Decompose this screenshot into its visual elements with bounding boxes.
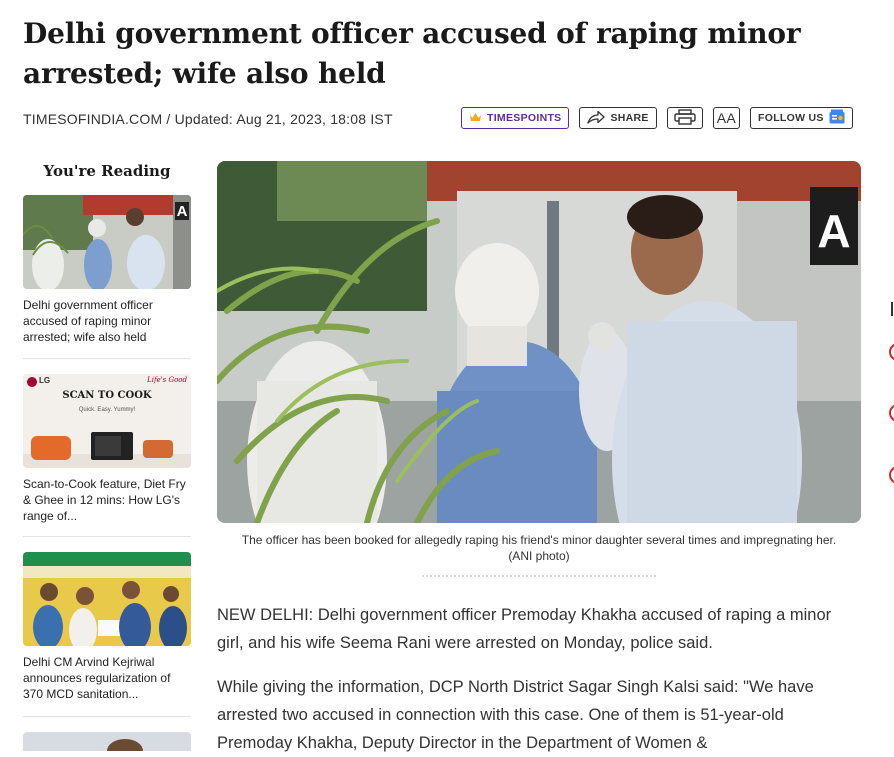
svg-text:A: A	[177, 203, 188, 220]
sidebar-thumbnail	[23, 552, 191, 646]
sidebar-ad-thumbnail: LG Life's Good SCAN TO COOK Quick. Easy.…	[23, 374, 191, 468]
timespoints-label: TIMESPOINTS	[487, 112, 562, 124]
article-byline: TIMESOFINDIA.COM / Updated: Aug 21, 2023…	[23, 111, 393, 127]
right-panel-icon-fragment	[888, 465, 894, 485]
article-paragraph: While giving the information, DCP North …	[217, 678, 814, 752]
right-panel-icon-fragment	[888, 403, 894, 423]
follow-us-label: FOLLOW US	[758, 112, 824, 124]
print-button[interactable]	[666, 107, 703, 129]
ad-tagline: Quick. Easy. Yummy!	[78, 407, 136, 413]
share-button[interactable]: SHARE	[579, 107, 657, 129]
sidebar-thumbnail	[23, 732, 191, 751]
sidebar-title: You're Reading	[43, 162, 171, 180]
article-headline: Delhi government officer accused of rapi…	[23, 17, 801, 90]
share-label: SHARE	[610, 112, 649, 124]
lg-slogan: Life's Good	[147, 376, 187, 384]
ani-watermark: A	[817, 205, 850, 257]
lg-brand-logo: LG	[39, 376, 51, 385]
caption-divider	[422, 575, 656, 577]
sidebar-divider	[23, 358, 191, 359]
sidebar-item-title: Delhi CM Arvind Kejriwal announces regul…	[23, 655, 171, 701]
sidebar-divider	[23, 716, 191, 717]
sidebar-item-kejriwal[interactable]: Delhi CM Arvind Kejriwal announces regul…	[23, 552, 191, 702]
right-panel-fragment	[888, 300, 894, 320]
right-panel-icon-fragment	[888, 342, 894, 362]
sidebar-item-next[interactable]	[23, 732, 191, 751]
sidebar-thumbnail: A	[23, 195, 191, 289]
share-icon	[587, 110, 606, 127]
article-actions: TIMESPOINTS SHARE AA FOLLOW US	[461, 107, 853, 131]
crown-icon	[469, 112, 482, 125]
sidebar-item-current[interactable]: A Delhi government officer accused of ra…	[23, 195, 191, 345]
sidebar-item-title: Delhi government officer accused of rapi…	[23, 298, 153, 344]
google-news-icon	[829, 109, 845, 127]
sidebar-item-title: Scan-to-Cook feature, Diet Fry & Ghee in…	[23, 477, 186, 523]
article-paragraph: NEW DELHI: Delhi government officer Prem…	[217, 606, 832, 652]
sidebar-divider	[23, 536, 191, 537]
timespoints-button[interactable]: TIMESPOINTS	[461, 107, 570, 129]
hero-image: A	[217, 161, 861, 523]
follow-us-button[interactable]: FOLLOW US	[750, 107, 853, 129]
print-icon	[673, 108, 697, 128]
sidebar-item-lg-ad[interactable]: LG Life's Good SCAN TO COOK Quick. Easy.…	[23, 374, 191, 524]
font-size-button[interactable]: AA	[712, 107, 741, 129]
ad-headline: SCAN TO COOK	[62, 390, 152, 401]
image-caption: The officer has been booked for allegedl…	[241, 533, 837, 563]
